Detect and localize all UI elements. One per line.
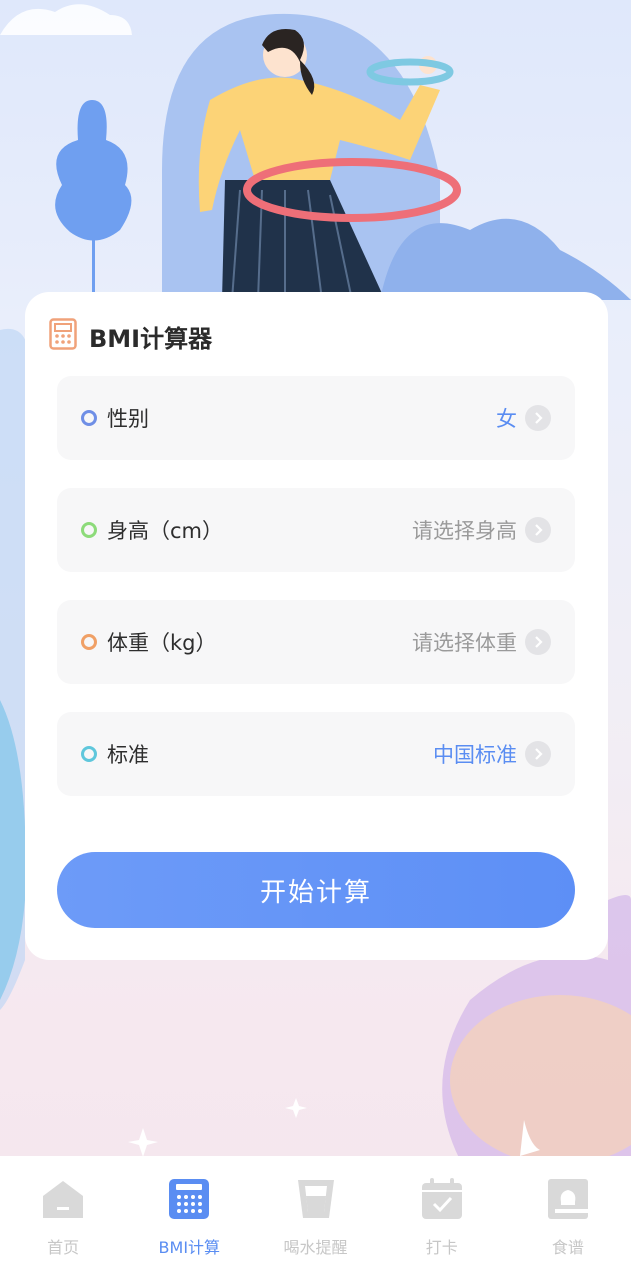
calculator-icon [168, 1178, 210, 1224]
tab-label-home: 首页 [47, 1238, 80, 1257]
tab-label-checkin: 打卡 [425, 1238, 458, 1257]
tab-bmi[interactable]: BMI计算 [126, 1156, 252, 1280]
card-header: BMI计算器 [49, 318, 212, 354]
height-row[interactable]: 身高（cm） 请选择身高 [57, 488, 575, 572]
recipe-book-icon [547, 1178, 589, 1224]
tab-home[interactable]: 首页 [0, 1156, 126, 1280]
tab-recipe[interactable]: 食谱 [505, 1156, 631, 1280]
green-circle-icon [81, 522, 97, 538]
bottom-tab-bar: 首页 BMI计算 喝水提醒 打卡 食谱 [0, 1156, 631, 1280]
start-calculate-button[interactable]: 开始计算 [57, 852, 575, 928]
tab-label-recipe: 食谱 [551, 1238, 584, 1257]
tab-check-in[interactable]: 打卡 [379, 1156, 505, 1280]
standard-value: 中国标准 [433, 743, 517, 767]
chevron-right-icon [525, 517, 551, 543]
weight-value: 请选择体重 [412, 631, 517, 655]
cyan-circle-icon [81, 746, 97, 762]
standard-row[interactable]: 标准 中国标准 [57, 712, 575, 796]
gender-label: 性别 [107, 407, 149, 431]
orange-circle-icon [81, 634, 97, 650]
card-title: BMI计算器 [89, 324, 213, 353]
tab-label-bmi: BMI计算 [158, 1238, 221, 1257]
blue-circle-icon [81, 410, 97, 426]
weight-row[interactable]: 体重（kg） 请选择体重 [57, 600, 575, 684]
calendar-check-icon [421, 1178, 463, 1224]
gender-row[interactable]: 性别 女 [57, 376, 575, 460]
weight-label: 体重（kg） [107, 631, 217, 655]
standard-label: 标准 [107, 743, 149, 767]
chevron-right-icon [525, 741, 551, 767]
calculator-icon [49, 318, 77, 354]
gender-value: 女 [496, 407, 517, 431]
tab-water-reminder[interactable]: 喝水提醒 [252, 1156, 378, 1280]
chevron-right-icon [525, 405, 551, 431]
bmi-calculator-card: BMI计算器 性别 女 身高（cm） 请选择身高 体重（kg） 请选择体重 标准… [25, 292, 608, 960]
home-icon [41, 1178, 85, 1224]
height-label: 身高（cm） [107, 519, 224, 543]
chevron-right-icon [525, 629, 551, 655]
cup-icon [295, 1178, 337, 1224]
height-value: 请选择身高 [412, 519, 517, 543]
tab-label-water: 喝水提醒 [283, 1238, 348, 1257]
